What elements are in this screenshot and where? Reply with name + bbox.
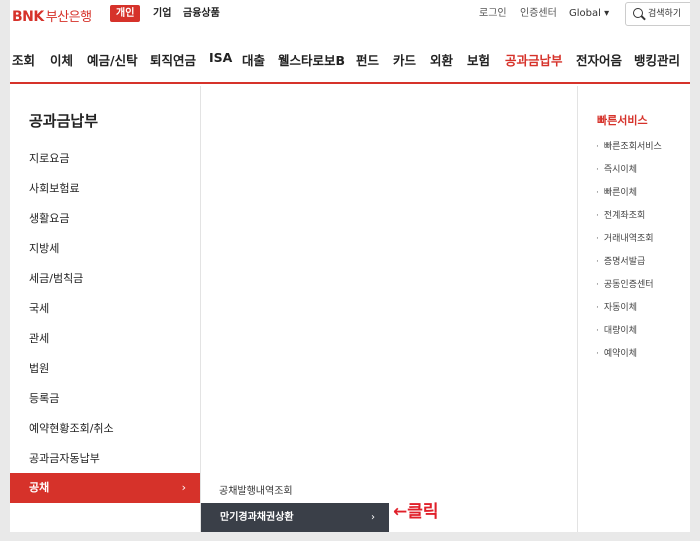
gnb-item-loan[interactable]: 대출 [242,50,265,69]
gnb-item-transfer[interactable]: 이체 [50,50,73,69]
segment-products-tab[interactable]: 금융상품 [183,5,220,22]
login-link[interactable]: 로그인 [479,6,507,21]
left-item-tax-fines[interactable]: 세금/범칙금 [29,270,83,286]
top-utility-bar: BNK 부산은행 개인 기업 금융상품 로그인 인증센터 Global ▾ 검색하… [10,0,690,30]
search-icon [633,8,643,18]
quick-service-panel: 빠른서비스 빠른조회서비스 즉시이체 빠른이체 전계좌조회 거래내역조회 증명서… [578,86,690,532]
sub-item-matured-bond-redemption[interactable]: 만기경과채권상환 › [201,503,389,532]
bank-name: 부산은행 [45,10,92,25]
left-item-tuition[interactable]: 등록금 [29,390,59,406]
left-item-reservation[interactable]: 예약현황조회/취소 [29,420,114,436]
bnk-logo[interactable]: BNK 부산은행 [12,6,92,25]
gnb-item-fund[interactable]: 펀드 [356,50,379,69]
chevron-right-icon: › [181,481,186,494]
left-item-living-fees[interactable]: 생활요금 [29,210,69,226]
gnb-item-robo[interactable]: 웰스타로보B [278,50,345,69]
quick-service-title: 빠른서비스 [597,114,648,127]
left-item-auto-payment[interactable]: 공과금자동납부 [29,450,100,466]
main-navigation: 조회 이체 예금/신탁 퇴직연금 ISA 대출 웰스타로보B 펀드 카드 외환 … [10,38,690,84]
gnb-item-utility-payment[interactable]: 공과금납부 [505,50,563,69]
chevron-right-icon: › [371,512,375,523]
segment-corporate-tab[interactable]: 기업 [153,5,171,22]
left-menu: 공과금납부 지로요금 사회보험료 생활요금 지방세 세금/범칙금 국세 관세 법… [10,86,200,532]
segment-personal-tab[interactable]: 개인 [110,5,141,22]
left-item-national-tax[interactable]: 국세 [29,300,49,316]
gnb-item-pension[interactable]: 퇴직연금 [150,50,196,69]
quick-item-fast-inquiry[interactable]: 빠른조회서비스 [596,139,662,152]
global-dropdown[interactable]: Global ▾ [569,6,609,21]
quick-item-bulk-transfer[interactable]: 대량이체 [596,323,637,336]
sub-item-label: 만기경과채권상환 [220,512,294,523]
sub-item-bond-history[interactable]: 공채발행내역조회 [219,482,293,497]
gnb-item-banking-admin[interactable]: 뱅킹관리 [634,50,680,69]
left-item-label: 공채 [29,481,50,494]
search-button-label: 검색하기 [648,9,682,19]
left-item-court[interactable]: 법원 [29,360,49,376]
left-item-giro[interactable]: 지로요금 [29,150,69,166]
quick-item-transactions[interactable]: 거래내역조회 [596,231,654,244]
cert-center-link[interactable]: 인증센터 [520,6,557,21]
gnb-item-e-bill[interactable]: 전자어음 [576,50,622,69]
quick-item-fast-transfer[interactable]: 빠른이체 [596,185,637,198]
left-item-local-tax[interactable]: 지방세 [29,240,59,256]
gnb-item-deposit[interactable]: 예금/신탁 [87,50,138,69]
browser-page: BNK 부산은행 개인 기업 금융상품 로그인 인증센터 Global ▾ 검색하… [10,0,690,532]
gnb-item-isa[interactable]: ISA [209,50,232,65]
quick-item-certificates[interactable]: 증명서발급 [596,254,645,267]
gnb-item-insurance[interactable]: 보험 [467,50,490,69]
quick-item-instant-transfer[interactable]: 즉시이체 [596,162,637,175]
click-annotation: ←클릭 [393,502,439,522]
gnb-item-card[interactable]: 카드 [393,50,416,69]
gnb-item-inquiry[interactable]: 조회 [12,50,35,69]
logo-text: BNK [12,9,44,25]
left-item-social-insurance[interactable]: 사회보험료 [29,180,80,196]
left-item-public-bonds[interactable]: 공채 › [10,473,200,503]
quick-item-scheduled-transfer[interactable]: 예약이체 [596,346,637,359]
left-item-customs[interactable]: 관세 [29,330,49,346]
sub-menu-panel: 공채발행내역조회 만기경과채권상환 › [200,86,578,532]
left-menu-title: 공과금납부 [29,112,99,130]
quick-item-auto-transfer[interactable]: 자동이체 [596,300,637,313]
gnb-item-forex[interactable]: 외환 [430,50,453,69]
quick-item-cert-center[interactable]: 공동인증센터 [596,277,654,290]
quick-item-all-accounts[interactable]: 전계좌조회 [596,208,645,221]
search-button[interactable]: 검색하기 [625,2,690,26]
